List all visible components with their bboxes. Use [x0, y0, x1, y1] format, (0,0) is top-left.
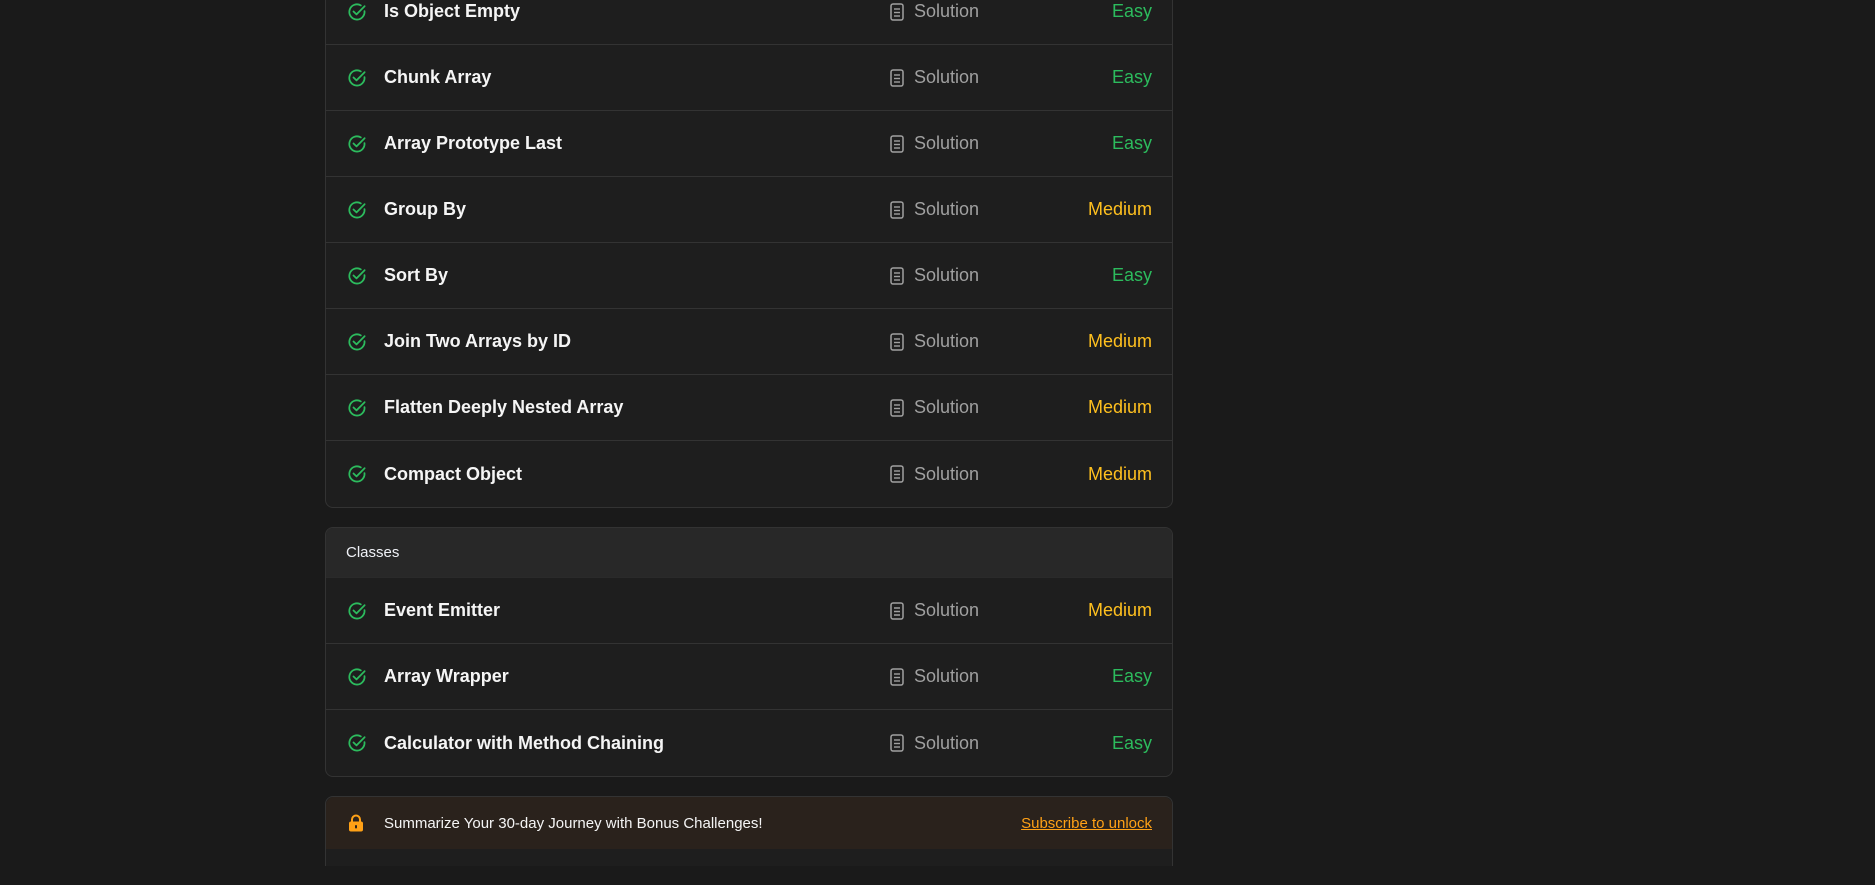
check-circle-icon — [346, 1, 368, 23]
difficulty-label: Medium — [1087, 600, 1152, 620]
problem-title[interactable]: Array Prototype Last — [384, 133, 890, 154]
solution-label: Solution — [914, 397, 980, 417]
check-circle-icon — [346, 732, 368, 754]
problem-title[interactable]: Flatten Deeply Nested Array — [384, 397, 890, 418]
solution-link[interactable]: Solution — [890, 600, 1060, 621]
problem-title[interactable]: Event Emitter — [384, 600, 890, 621]
difficulty-label: Easy — [1111, 67, 1152, 87]
problem-title[interactable]: Sort By — [384, 265, 890, 286]
document-icon — [890, 134, 904, 153]
check-circle-icon — [346, 265, 368, 287]
solution-label: Solution — [914, 463, 980, 484]
document-icon — [890, 200, 904, 219]
check-circle-icon — [346, 666, 368, 688]
solution-link[interactable]: Solution — [890, 733, 1060, 754]
document-icon — [890, 465, 904, 483]
solution-link[interactable]: Solution — [890, 464, 1060, 485]
difficulty-label: Easy — [1111, 732, 1152, 753]
difficulty-label: Medium — [1087, 331, 1152, 351]
document-icon — [890, 2, 904, 21]
difficulty-label: Easy — [1111, 666, 1152, 686]
solution-label: Solution — [914, 666, 980, 686]
solution-link[interactable]: Solution — [890, 1, 1060, 22]
problem-row[interactable]: Join Two Arrays by ID Solution Medium — [326, 309, 1172, 375]
problem-row[interactable]: Calculator with Method Chaining Solution… — [326, 710, 1172, 776]
document-icon — [890, 734, 904, 752]
solution-link[interactable]: Solution — [890, 666, 1060, 687]
solution-label: Solution — [914, 600, 980, 620]
difficulty-label: Easy — [1111, 133, 1152, 153]
document-icon — [890, 398, 904, 417]
check-circle-icon — [346, 133, 368, 155]
subscribe-link[interactable]: Subscribe to unlock — [1021, 815, 1152, 832]
problem-row[interactable]: Chunk Array Solution Easy — [326, 45, 1172, 111]
problem-title[interactable]: Join Two Arrays by ID — [384, 331, 890, 352]
document-icon — [890, 332, 904, 351]
check-circle-icon — [346, 463, 368, 485]
solution-link[interactable]: Solution — [890, 397, 1060, 418]
check-circle-icon — [346, 397, 368, 419]
solution-link[interactable]: Solution — [890, 265, 1060, 286]
difficulty-label: Easy — [1111, 265, 1152, 285]
solution-label: Solution — [914, 199, 980, 219]
solution-label: Solution — [914, 265, 980, 285]
document-icon — [890, 266, 904, 285]
solution-link[interactable]: Solution — [890, 199, 1060, 220]
solution-link[interactable]: Solution — [890, 67, 1060, 88]
problem-row[interactable]: Array Prototype Last Solution Easy — [326, 111, 1172, 177]
solution-label: Solution — [914, 1, 980, 21]
difficulty-label: Medium — [1087, 199, 1152, 219]
solution-label: Solution — [914, 732, 980, 753]
problem-title[interactable]: Array Wrapper — [384, 666, 890, 687]
difficulty-label: Medium — [1087, 397, 1152, 417]
document-icon — [890, 667, 904, 686]
problem-title[interactable]: Calculator with Method Chaining — [384, 733, 890, 754]
difficulty-label: Medium — [1087, 463, 1152, 484]
problem-title[interactable]: Group By — [384, 199, 890, 220]
section-header-classes: Classes — [326, 528, 1172, 578]
problem-row[interactable]: Flatten Deeply Nested Array Solution Med… — [326, 375, 1172, 441]
solution-label: Solution — [914, 331, 980, 351]
solution-link[interactable]: Solution — [890, 331, 1060, 352]
problem-row[interactable]: Array Wrapper Solution Easy — [326, 644, 1172, 710]
check-circle-icon — [346, 67, 368, 89]
lock-icon — [346, 813, 366, 833]
bonus-locked-banner: Summarize Your 30-day Journey with Bonus… — [326, 797, 1172, 849]
bonus-card: Summarize Your 30-day Journey with Bonus… — [325, 796, 1173, 866]
solution-label: Solution — [914, 133, 980, 153]
check-circle-icon — [346, 600, 368, 622]
problem-group-card: Is Object Empty Solution Easy Chunk Arra… — [325, 0, 1173, 508]
problem-row[interactable]: Is Object Empty Solution Easy — [326, 0, 1172, 45]
problem-row[interactable]: Event Emitter Solution Medium — [326, 578, 1172, 644]
bonus-message: Summarize Your 30-day Journey with Bonus… — [384, 814, 763, 832]
document-icon — [890, 601, 904, 620]
problem-title[interactable]: Is Object Empty — [384, 1, 890, 22]
problem-title[interactable]: Compact Object — [384, 464, 890, 485]
document-icon — [890, 68, 904, 87]
problem-row[interactable]: Sort By Solution Easy — [326, 243, 1172, 309]
problem-row[interactable]: Group By Solution Medium — [326, 177, 1172, 243]
problem-title[interactable]: Chunk Array — [384, 67, 890, 88]
solution-label: Solution — [914, 67, 980, 87]
study-plan-column: Is Object Empty Solution Easy Chunk Arra… — [325, 0, 1173, 885]
classes-card: Classes Event Emitter Solution Medium Ar… — [325, 527, 1173, 777]
problem-row[interactable]: Compact Object Solution Medium — [326, 441, 1172, 507]
check-circle-icon — [346, 331, 368, 353]
check-circle-icon — [346, 199, 368, 221]
solution-link[interactable]: Solution — [890, 133, 1060, 154]
difficulty-label: Easy — [1111, 1, 1152, 21]
